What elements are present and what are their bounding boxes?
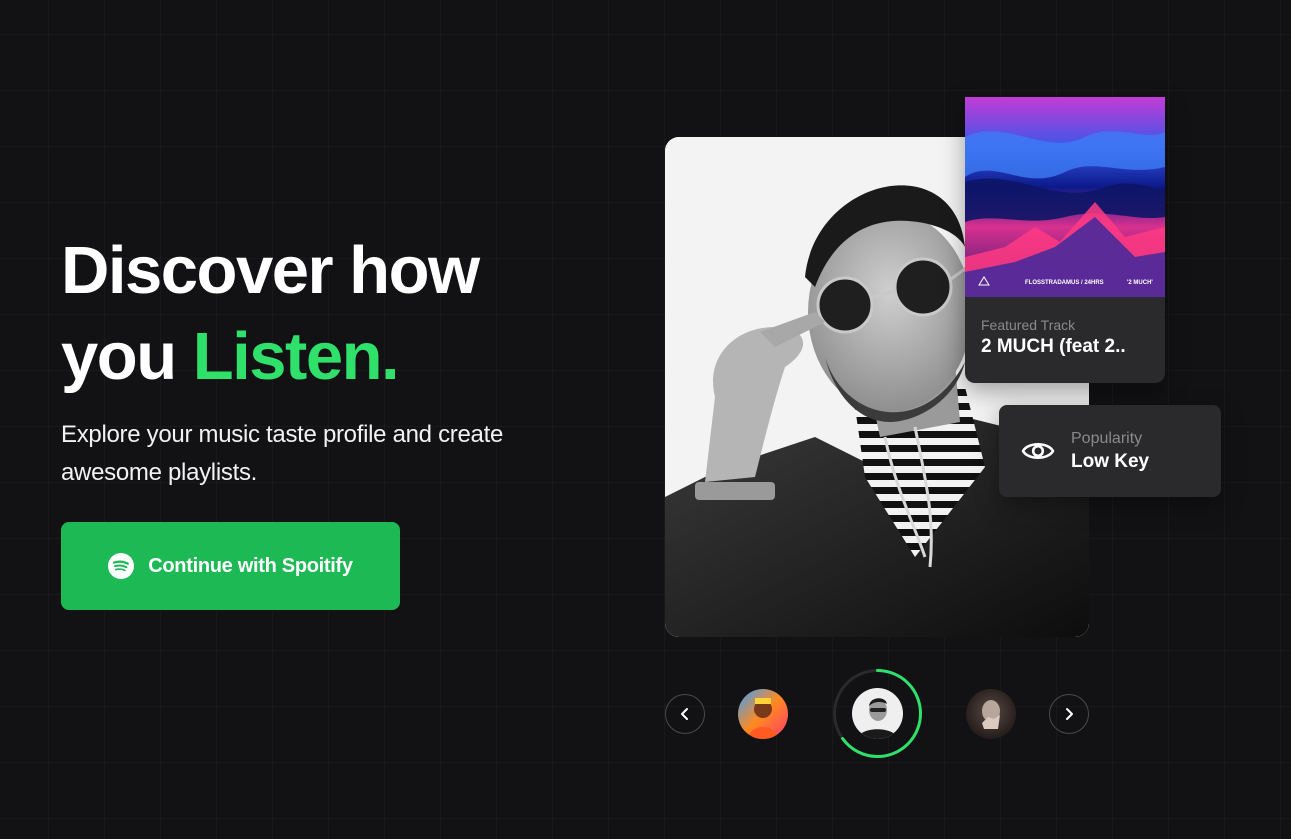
eye-icon	[1021, 442, 1055, 460]
chevron-left-icon	[681, 708, 688, 720]
album-cover: FLOSSTRADAMUS / 24HRS '2 MUCH'	[965, 97, 1165, 297]
popularity-value: Low Key	[1071, 450, 1150, 472]
popularity-card: Popularity Low Key	[999, 405, 1221, 497]
hero-title-line1: Discover how	[61, 233, 480, 308]
hero-title-line2-prefix: you	[61, 319, 193, 394]
album-caption: FLOSSTRADAMUS / 24HRS	[1025, 280, 1104, 286]
popularity-label: Popularity	[1071, 429, 1143, 447]
spotify-icon	[108, 553, 135, 579]
hero-title-accent: Listen.	[192, 319, 400, 394]
chevron-right-icon	[1066, 708, 1073, 720]
continue-with-spotify-button[interactable]: Continue with Spoitify	[61, 522, 400, 610]
artist-avatar-3-image	[966, 689, 1016, 739]
album-caption-right: '2 MUCH'	[1127, 280, 1153, 286]
album-art: FLOSSTRADAMUS / 24HRS '2 MUCH'	[965, 97, 1165, 297]
continue-with-spotify-label: Continue with Spoitify	[148, 554, 353, 577]
artist-avatar-3[interactable]	[966, 689, 1016, 739]
active-artist[interactable]	[832, 668, 923, 759]
artist-avatar-1-image	[738, 689, 788, 739]
featured-track-card[interactable]: FLOSSTRADAMUS / 24HRS '2 MUCH' Featured …	[965, 97, 1165, 383]
featured-track-label: Featured Track	[981, 317, 1076, 333]
artist-avatar-1[interactable]	[738, 689, 788, 739]
artist-avatar-2	[852, 688, 903, 739]
featured-track-name: 2 MUCH (feat 2..	[981, 336, 1126, 357]
hero-subtitle: Explore your music taste profile and cre…	[61, 421, 503, 486]
carousel-prev-button[interactable]	[665, 694, 705, 734]
carousel-next-button[interactable]	[1049, 694, 1089, 734]
artist-avatar-2-image	[852, 688, 903, 739]
hero-title: Discover how you Listen.	[61, 228, 480, 400]
